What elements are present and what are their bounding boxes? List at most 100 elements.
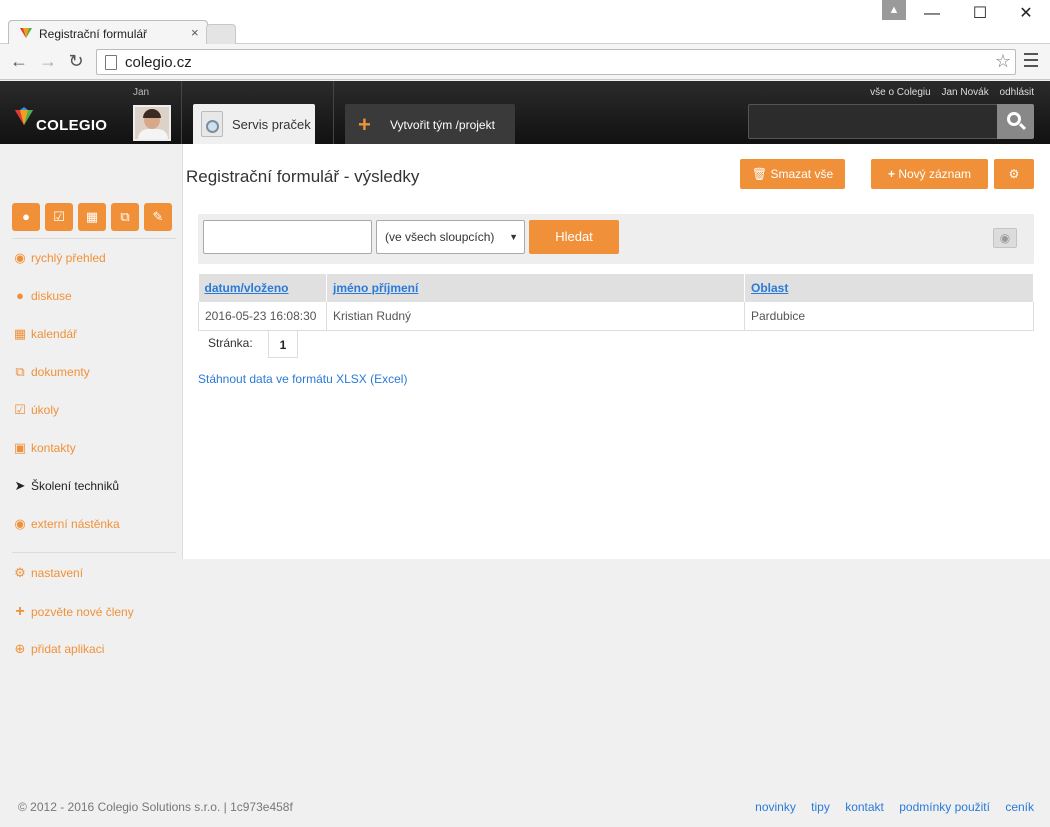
back-arrow-icon[interactable]: ← <box>9 51 29 71</box>
sidebar: ● ☑ ▦ ⧉ ✎ ◉ rychlý přehled ● diskuse ▦ kale… <box>0 144 182 784</box>
minimize-button[interactable]: — <box>912 2 952 26</box>
search-button[interactable] <box>997 104 1034 139</box>
footer-link-pricing[interactable]: ceník <box>1005 800 1034 814</box>
sidebar-item-calendar[interactable]: ▦ kalendář <box>12 326 77 344</box>
sidebar-item-settings[interactable]: ⚙ nastavení <box>12 565 83 583</box>
logout-link[interactable]: odhlásit <box>1000 87 1034 98</box>
checkbox-icon: ☑ <box>53 209 65 224</box>
create-team-label: Vytvořit tým /projekt <box>390 118 495 132</box>
caret-down-icon: ▼ <box>509 232 518 242</box>
sidebar-divider <box>12 238 176 239</box>
header-divider <box>181 81 182 144</box>
close-window-button[interactable]: ✕ <box>1006 2 1046 26</box>
footer-link-terms[interactable]: podmínky použití <box>899 800 990 814</box>
group-tab-servis[interactable]: Servis praček <box>193 104 315 144</box>
page-1-button[interactable]: 1 <box>268 330 298 358</box>
sidebar-item-contacts[interactable]: ▣ kontakty <box>12 440 76 458</box>
new-record-button[interactable]: + Nový záznam <box>871 159 988 189</box>
sidebar-item-training[interactable]: ➤ Školení techniků <box>12 478 120 496</box>
quick-task-button[interactable]: ☑ <box>45 203 73 231</box>
browser-tab-active[interactable]: Registrační formulář × <box>8 20 208 45</box>
footer-link-news[interactable]: novinky <box>755 800 796 814</box>
column-header-region[interactable]: Oblast <box>744 274 1034 302</box>
sidebar-item-external-board[interactable]: ◉ externí nástěnka <box>12 516 119 534</box>
maximize-button[interactable]: ☐ <box>960 2 1000 26</box>
create-team-button[interactable]: + Vytvořit tým /projekt <box>345 104 515 144</box>
column-header-date[interactable]: datum/vloženo <box>198 274 327 302</box>
eye-slash-icon: ◉ <box>999 231 1011 245</box>
column-select[interactable]: (ve všech sloupcích) ▼ <box>376 220 525 254</box>
browser-toolbar: ← → ↻ colegio.cz ☆ <box>0 44 1050 80</box>
reload-icon[interactable]: ↻ <box>66 51 86 71</box>
gear-icon: ⚙ <box>1008 167 1020 181</box>
browser-tabstrip: Registrační formulář × ▲ — ☐ ✕ <box>0 0 1050 45</box>
column-header-name[interactable]: jméno příjmení <box>326 274 745 302</box>
trash-icon: 🗑 <box>751 167 768 181</box>
quick-discussion-button[interactable]: ● <box>12 203 40 231</box>
sidebar-item-invite[interactable]: + pozvěte nové členy <box>12 603 133 621</box>
settings-button[interactable]: ⚙ <box>994 159 1034 189</box>
results-table: datum/vloženo jméno příjmení Oblast 2016… <box>198 274 1034 331</box>
sidebar-item-overview[interactable]: ◉ rychlý přehled <box>12 250 105 268</box>
plus-icon: + <box>358 112 371 137</box>
documents-icon: ⧉ <box>120 209 130 224</box>
global-search-input[interactable] <box>748 104 998 139</box>
main-panel: Registrační formulář - výsledky 🗑 Smazat… <box>182 144 1050 559</box>
plus-icon: + <box>887 167 895 181</box>
user-profile-link[interactable]: Jan Novák <box>942 87 989 98</box>
sidebar-item-add-app[interactable]: ⊕ přidat aplikaci <box>12 641 105 659</box>
profile-icon[interactable]: ▲ <box>882 0 906 20</box>
cell-name: Kristian Rudný <box>326 302 745 331</box>
footer-links: novinky tipy kontakt podmínky použití ce… <box>743 800 1034 814</box>
page-title: Registrační formulář - výsledky <box>186 167 420 186</box>
chat-icon: ● <box>16 288 24 303</box>
app-header: COLEGIO Jan Servis praček + Vytvořit tým… <box>0 81 1050 144</box>
colegio-favicon-icon <box>20 28 32 38</box>
sidebar-item-tasks[interactable]: ☑ úkoly <box>12 402 59 420</box>
table-row[interactable]: 2016-05-23 16:08:30 Kristian Rudný Pardu… <box>198 302 1034 331</box>
footer-link-tips[interactable]: tipy <box>811 800 830 814</box>
documents-icon: ⧉ <box>15 364 25 379</box>
header-links: vše o Colegiu Jan Novák odhlásit <box>862 87 1034 98</box>
logo-text: COLEGIO <box>36 117 108 134</box>
search-submit-button[interactable]: Hledat <box>529 220 619 254</box>
footer-link-contact[interactable]: kontakt <box>845 800 884 814</box>
delete-all-button[interactable]: 🗑 Smazat vše <box>740 159 845 189</box>
about-link[interactable]: vše o Colegiu <box>870 87 931 98</box>
sidebar-item-discussion[interactable]: ● diskuse <box>12 288 72 306</box>
url-text: colegio.cz <box>125 54 192 71</box>
avatar[interactable] <box>133 105 171 141</box>
eye-icon: ◉ <box>14 516 26 531</box>
quick-calendar-button[interactable]: ▦ <box>78 203 106 231</box>
chat-icon: ● <box>22 209 30 224</box>
address-bar[interactable]: colegio.cz ☆ <box>96 49 1016 75</box>
sidebar-item-documents[interactable]: ⧉ dokumenty <box>12 364 89 382</box>
book-icon: ▣ <box>13 440 27 455</box>
filter-bar: (ve všech sloupcích) ▼ Hledat ◉ <box>198 214 1034 264</box>
bookmark-star-icon[interactable]: ☆ <box>995 51 1011 72</box>
paper-plane-icon: ➤ <box>14 478 26 493</box>
tab-close-icon[interactable]: × <box>191 25 199 40</box>
washing-machine-icon <box>201 111 223 137</box>
header-divider <box>333 81 334 144</box>
download-xlsx-link[interactable]: Stáhnout data ve formátu XLSX (Excel) <box>198 372 407 386</box>
pager-label: Stránka: <box>208 336 253 350</box>
edit-icon: ✎ <box>152 209 164 224</box>
quick-documents-button[interactable]: ⧉ <box>111 203 139 231</box>
quick-edit-button[interactable]: ✎ <box>144 203 172 231</box>
user-first-name: Jan <box>133 87 150 98</box>
forward-arrow-icon[interactable]: → <box>38 51 58 71</box>
browser-tab-title: Registrační formulář <box>39 27 148 41</box>
calendar-icon: ▦ <box>85 209 99 224</box>
cell-region: Pardubice <box>744 302 1034 331</box>
footer-copyright: © 2012 - 2016 Colegio Solutions s.r.o. |… <box>18 800 293 814</box>
toggle-visibility-button[interactable]: ◉ <box>993 228 1017 248</box>
plus-circle-icon: ⊕ <box>14 641 26 656</box>
logo-mark-icon <box>15 107 33 125</box>
new-tab-button[interactable] <box>206 24 236 44</box>
plus-icon: + <box>15 603 25 620</box>
checkbox-icon: ☑ <box>14 402 26 417</box>
filter-search-input[interactable] <box>203 220 372 254</box>
page-icon <box>105 55 117 70</box>
browser-menu-icon[interactable] <box>1024 53 1038 71</box>
